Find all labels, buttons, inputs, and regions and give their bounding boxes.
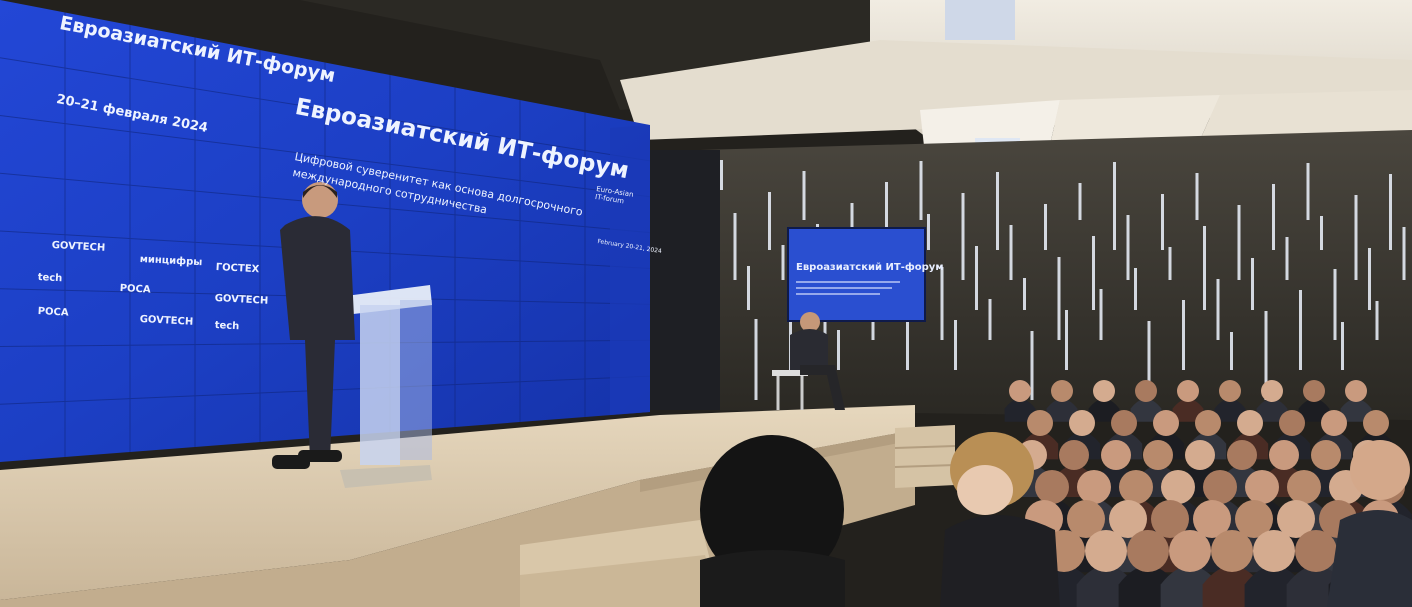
- audience-head: [1077, 470, 1111, 504]
- led-strip: [754, 319, 758, 400]
- audience-head: [1287, 470, 1321, 504]
- audience-head: [1363, 410, 1389, 436]
- led-strip: [1368, 248, 1371, 310]
- scene-graphics: Евроазиатский ИТ-форум: [0, 0, 1412, 607]
- led-strip: [1216, 279, 1220, 340]
- led-strip: [1389, 174, 1392, 250]
- led-strip: [1354, 195, 1358, 280]
- audience-head: [1185, 440, 1215, 470]
- led-strip: [1272, 184, 1275, 250]
- audience-head: [1027, 410, 1053, 436]
- led-strip: [1126, 215, 1130, 280]
- audience-head: [1069, 410, 1095, 436]
- audience-head: [1161, 470, 1195, 504]
- led-strip: [747, 266, 750, 310]
- foreground-head: [700, 435, 845, 607]
- audience-head: [1135, 380, 1157, 402]
- audience-head: [1295, 530, 1337, 572]
- audience-head: [1245, 470, 1279, 504]
- led-strip: [1009, 225, 1013, 280]
- audience-head: [1085, 530, 1127, 572]
- led-strip: [1333, 269, 1337, 340]
- led-strip: [1251, 258, 1254, 310]
- audience-head: [1219, 380, 1241, 402]
- led-strip: [1375, 301, 1379, 340]
- audience-head: [1127, 530, 1169, 572]
- audience-head: [1321, 410, 1347, 436]
- led-strip: [733, 213, 737, 280]
- audience-head: [1203, 470, 1237, 504]
- led-strip: [1168, 247, 1172, 280]
- led-strip: [1341, 322, 1344, 370]
- led-strip: [1030, 331, 1034, 400]
- led-strip: [1285, 237, 1289, 280]
- audience-head: [1169, 530, 1211, 572]
- led-strip: [1230, 332, 1233, 370]
- monitor-title: Евроазиатский ИТ-форум: [796, 261, 944, 273]
- audience-head: [1195, 410, 1221, 436]
- led-strip: [1161, 194, 1164, 250]
- led-strip: [837, 330, 840, 370]
- led-strip: [1203, 226, 1206, 310]
- audience-head: [1051, 380, 1073, 402]
- led-strip: [1065, 310, 1068, 370]
- led-strip: [1078, 183, 1082, 220]
- screen-logo: РОСА: [37, 306, 69, 319]
- led-strip: [961, 193, 965, 280]
- audience-head: [1311, 440, 1341, 470]
- led-strip: [1195, 173, 1199, 220]
- led-strip: [988, 299, 992, 340]
- led-strip: [996, 172, 999, 250]
- audience-head: [1237, 410, 1263, 436]
- led-strip: [768, 192, 771, 250]
- led-strip: [1306, 163, 1310, 220]
- led-strip: [1092, 236, 1095, 310]
- audience-head: [1269, 440, 1299, 470]
- led-strip: [1320, 216, 1323, 250]
- side-steps: [895, 425, 955, 488]
- audience-head: [1227, 440, 1257, 470]
- audience-head: [1093, 380, 1115, 402]
- led-strip: [1182, 300, 1185, 370]
- led-strip: [954, 320, 957, 370]
- audience-head: [1211, 530, 1253, 572]
- audience-head: [1177, 380, 1199, 402]
- audience-head: [1035, 470, 1069, 504]
- screen-logo: tech: [214, 320, 240, 333]
- led-strip: [1099, 289, 1103, 340]
- audience-head: [1111, 410, 1137, 436]
- led-strip: [919, 161, 923, 220]
- led-strip: [781, 245, 785, 280]
- screen-logo: tech: [37, 272, 63, 285]
- audience-head: [1009, 380, 1031, 402]
- audience-head: [1253, 530, 1295, 572]
- led-strip: [1044, 204, 1047, 250]
- audience-head: [1303, 380, 1325, 402]
- led-strip: [975, 246, 978, 310]
- audience-head: [1143, 440, 1173, 470]
- led-strip: [1402, 227, 1406, 280]
- led-strip: [1057, 257, 1061, 340]
- conference-hall-photo: Евроазиатский ИТ-форум Евроазиатский ИТ-…: [0, 0, 1412, 607]
- led-strip: [802, 171, 806, 220]
- curtain: [650, 150, 720, 410]
- audience-head: [1101, 440, 1131, 470]
- led-strip: [1023, 278, 1026, 310]
- audience-head: [1153, 410, 1179, 436]
- led-strip: [1299, 290, 1302, 370]
- side-monitor: Евроазиатский ИТ-форум: [787, 227, 944, 322]
- led-strip: [1237, 205, 1241, 280]
- screen-logo: РОСА: [119, 283, 151, 296]
- led-strip: [940, 267, 944, 340]
- audience-head: [1119, 470, 1153, 504]
- led-strip: [1113, 162, 1116, 250]
- led-strip: [927, 214, 930, 250]
- audience-head: [1261, 380, 1283, 402]
- led-strip: [1134, 268, 1137, 310]
- screen-logo: ГОСТЕХ: [215, 262, 260, 276]
- audience-head: [1345, 380, 1367, 402]
- audience-head: [1279, 410, 1305, 436]
- led-strip: [720, 160, 723, 190]
- audience-head: [1059, 440, 1089, 470]
